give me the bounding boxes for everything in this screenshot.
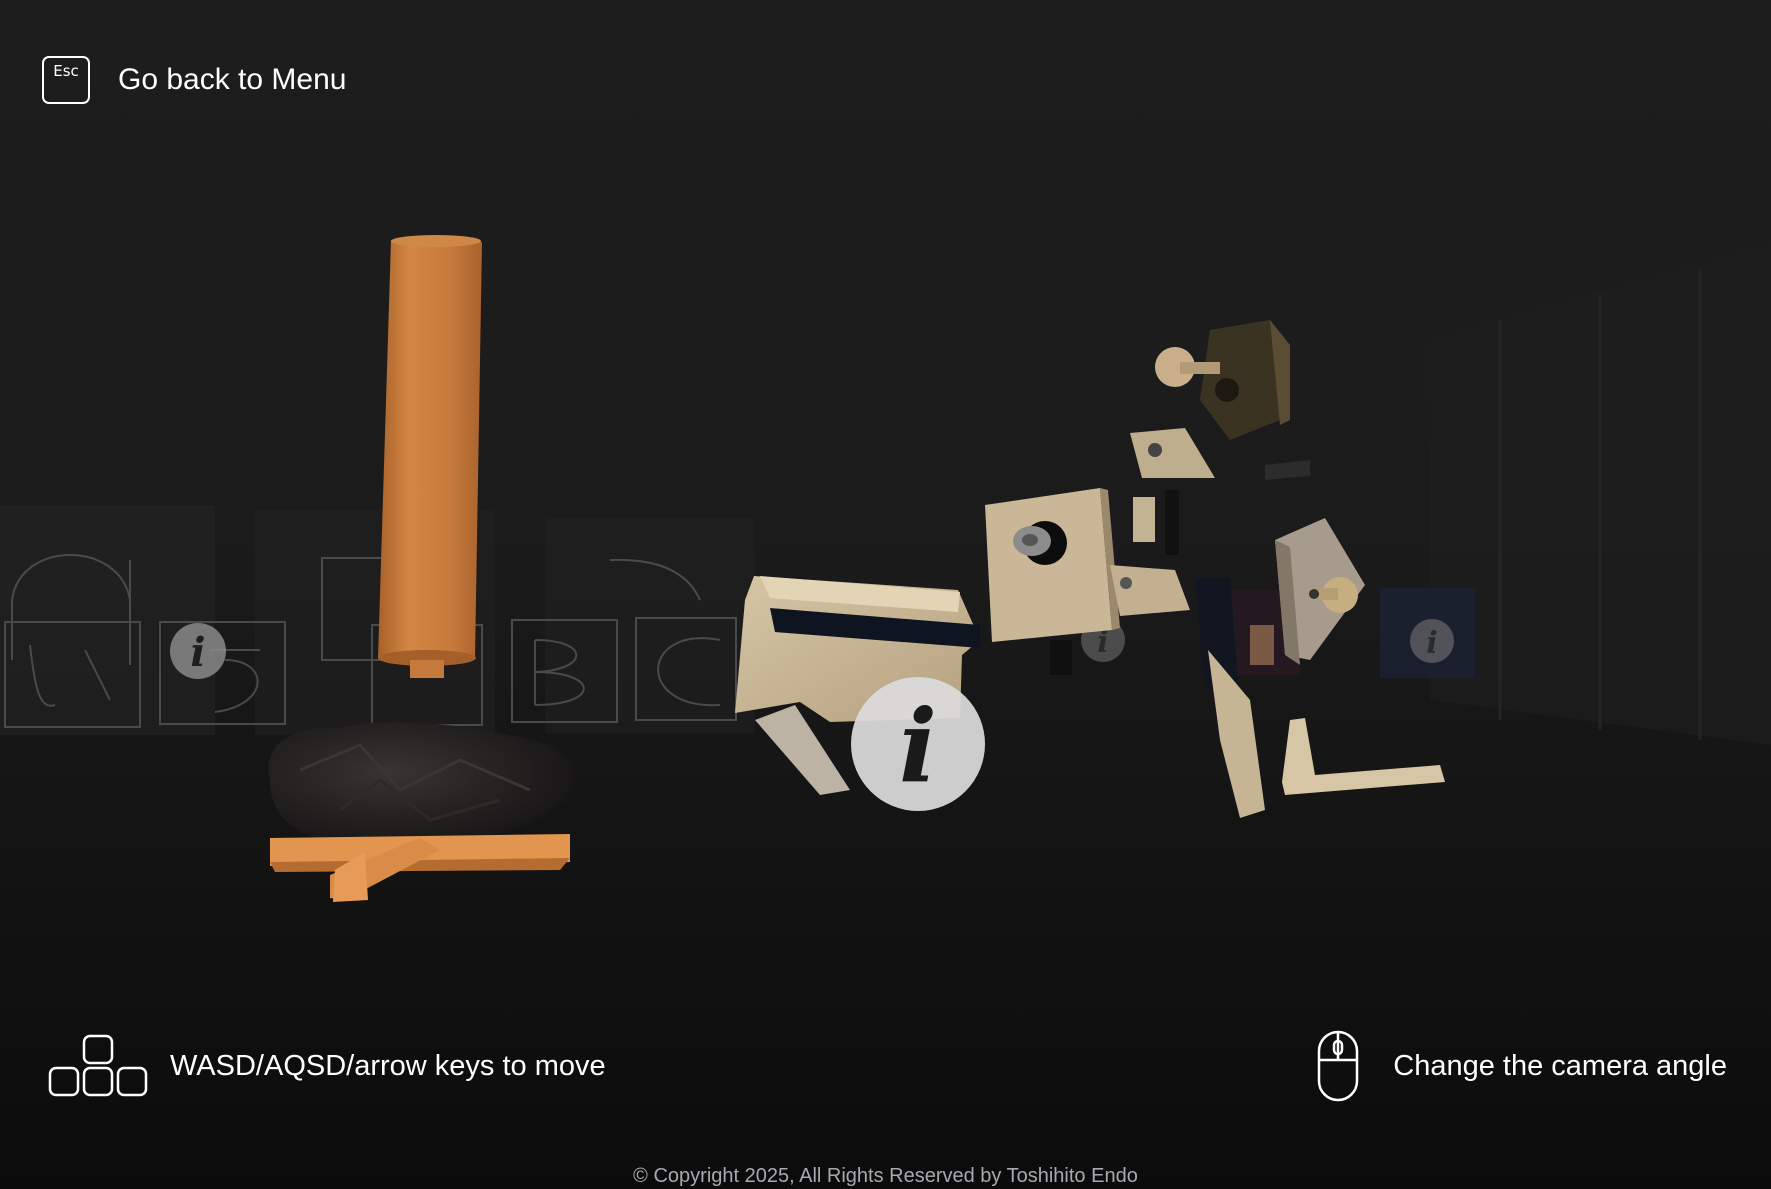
camera-controls-label: Change the camera angle (1393, 1049, 1727, 1082)
keyboard-keys-icon (48, 1034, 148, 1097)
info-marker-glyph: i (190, 629, 205, 676)
3d-scene[interactable]: i i i i (0, 0, 1771, 1189)
back-to-menu-label: Go back to Menu (118, 63, 347, 96)
info-marker-glyph: i (1426, 626, 1437, 661)
rock-on-stand-model[interactable] (268, 722, 575, 902)
info-marker-main[interactable]: i (851, 677, 985, 811)
game-viewport[interactable]: i i i i Esc Go back to Menu WASD/AQSD/ar… (0, 0, 1771, 1189)
orange-cylinder-model[interactable] (378, 235, 482, 678)
camera-controls-hint: Change the camera angle (1317, 1030, 1727, 1102)
move-controls-label: WASD/AQSD/arrow keys to move (170, 1049, 606, 1082)
esc-key-icon: Esc (42, 56, 90, 104)
back-to-menu-button[interactable]: Esc Go back to Menu (42, 56, 346, 104)
move-controls-hint: WASD/AQSD/arrow keys to move (48, 1034, 606, 1098)
info-marker-glyph: i (899, 687, 937, 805)
esc-key-label: Esc (53, 62, 79, 80)
copyright-footer: © Copyright 2025, All Rights Reserved by… (633, 1165, 1138, 1187)
info-marker-right[interactable]: i (1410, 619, 1454, 663)
info-marker-letters[interactable]: i (170, 623, 226, 679)
mouse-icon (1318, 1030, 1359, 1102)
